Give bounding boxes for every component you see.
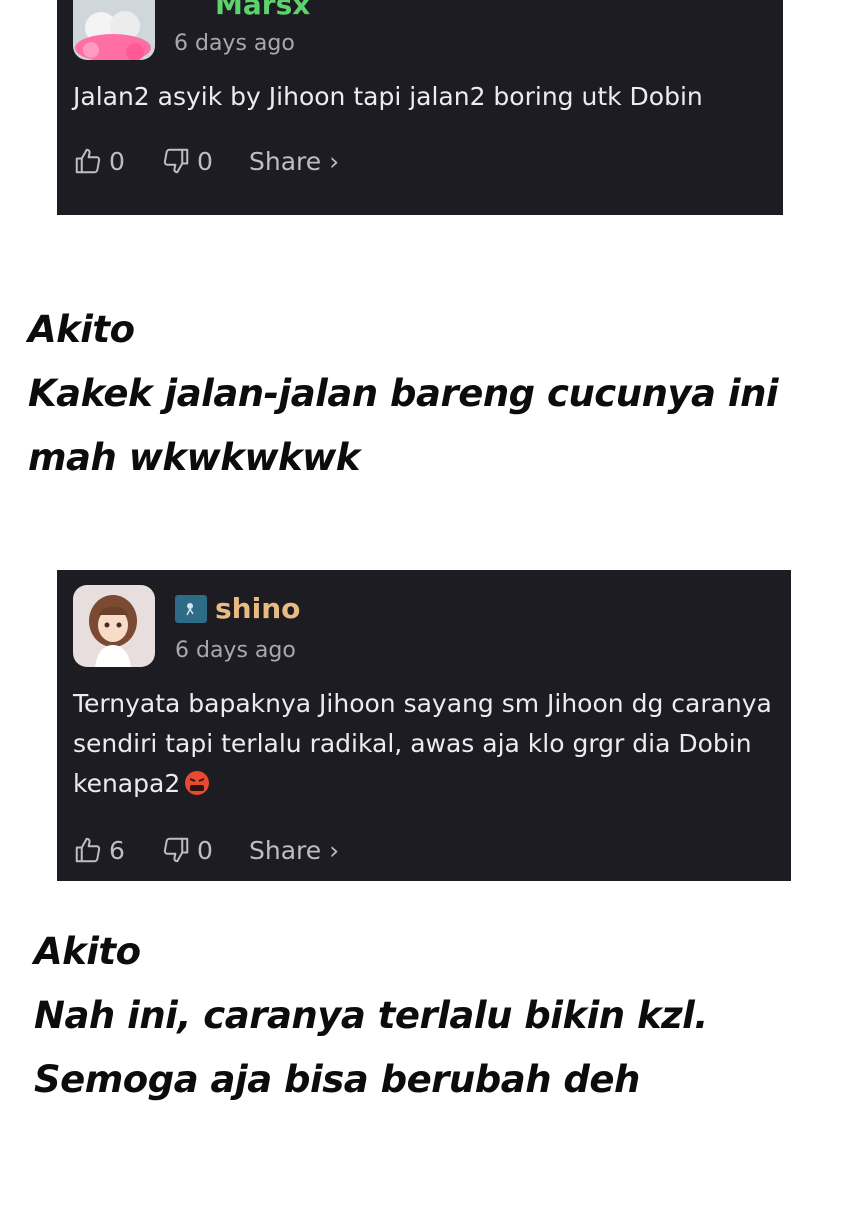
username[interactable]: Marsx: [215, 0, 310, 21]
caption-line: Nah ini, caranya terlalu bikin kzl.: [34, 994, 708, 1037]
like-button[interactable]: 6: [73, 835, 161, 865]
comment-card: Marsx 6 days ago Jalan2 asyik by Jihoon …: [57, 0, 783, 215]
user-badge-icon: [178, 2, 190, 12]
comment-text: Jalan2 asyik by Jihoon tapi jalan2 borin…: [73, 82, 703, 111]
caption-line: Akito: [34, 930, 141, 973]
comment-card: shino 6 days ago Ternyata bapaknya Jihoo…: [57, 570, 791, 881]
username[interactable]: shino: [215, 592, 300, 625]
caption-line: Semoga aja bisa berubah deh: [34, 1058, 640, 1101]
dislike-button[interactable]: 0: [161, 835, 249, 865]
caption-block: Akito Kakek jalan-jalan bareng cucunya i…: [28, 298, 779, 490]
caption-line: Kakek jalan-jalan bareng cucunya ini: [28, 372, 779, 415]
like-count: 0: [109, 146, 125, 176]
dislike-count: 0: [197, 835, 213, 865]
thumbs-up-icon: [75, 837, 101, 863]
caption-line: mah wkwkwkwk: [28, 436, 360, 479]
like-button[interactable]: 0: [73, 146, 161, 176]
comment-text-content: Ternyata bapaknya Jihoon sayang sm Jihoo…: [73, 689, 772, 798]
comment-timestamp: 6 days ago: [174, 31, 295, 56]
user-avatar[interactable]: [73, 585, 155, 667]
anime-girl-avatar-icon: [73, 585, 155, 667]
share-button[interactable]: Share ›: [249, 147, 339, 176]
dislike-count: 0: [197, 146, 213, 176]
comment-actions: 0 0 Share ›: [73, 144, 339, 178]
kittens-avatar-icon: [73, 0, 155, 60]
thumbs-down-icon: [163, 837, 189, 863]
comment-timestamp: 6 days ago: [175, 638, 296, 663]
user-avatar[interactable]: [73, 0, 155, 60]
comment-text: Ternyata bapaknya Jihoon sayang sm Jihoo…: [73, 684, 783, 804]
thumbs-up-icon: [75, 148, 101, 174]
thumbs-down-icon: [163, 148, 189, 174]
user-badge-icon: [175, 595, 207, 623]
like-count: 6: [109, 835, 125, 865]
angry-cursing-face-emoji-icon: [184, 768, 210, 795]
share-button[interactable]: Share ›: [249, 836, 339, 865]
caption-line: Akito: [28, 308, 135, 351]
comment-actions: 6 0 Share ›: [73, 833, 339, 867]
caption-block: Akito Nah ini, caranya terlalu bikin kzl…: [34, 920, 708, 1112]
dislike-button[interactable]: 0: [161, 146, 249, 176]
